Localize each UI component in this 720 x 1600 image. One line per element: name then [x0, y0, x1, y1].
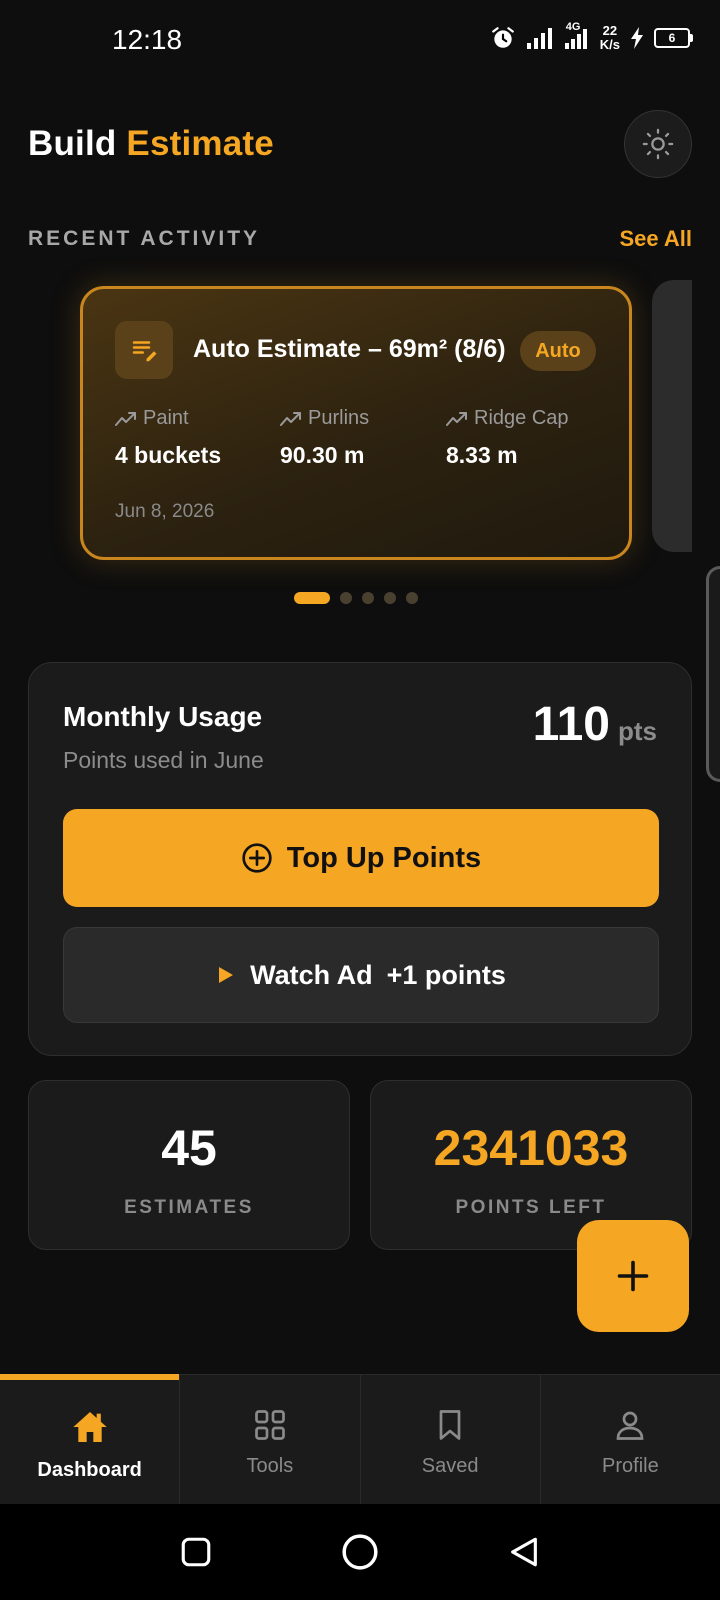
trend-icon: [280, 411, 301, 426]
metric-label: Paint: [143, 407, 189, 429]
pager-dot[interactable]: [384, 592, 396, 604]
home-icon: [72, 1412, 107, 1442]
usage-title: Monthly Usage: [63, 701, 263, 732]
sun-icon: [642, 128, 674, 160]
recent-activity-header: RECENT ACTIVITY See All: [28, 226, 692, 252]
nav-dashboard[interactable]: Dashboard: [0, 1374, 181, 1505]
nav-label: Saved: [421, 1455, 479, 1477]
section-title: RECENT ACTIVITY: [28, 227, 261, 250]
theme-toggle-button[interactable]: [624, 110, 692, 178]
recents-icon[interactable]: [179, 1535, 213, 1569]
title-part2: Estimate: [126, 124, 274, 163]
top-up-label: Top Up Points: [286, 841, 482, 874]
pager-dot-active[interactable]: [294, 592, 330, 604]
trend-icon: [446, 411, 467, 426]
watch-ad-button[interactable]: Watch Ad +1 points: [63, 927, 659, 1023]
signal-icon: [526, 28, 552, 49]
status-time: 12:18: [112, 24, 183, 55]
alarm-icon: [491, 27, 514, 48]
type-badge: Auto: [520, 331, 596, 371]
user-icon: [617, 1411, 644, 1440]
back-icon[interactable]: [507, 1535, 541, 1569]
metric-label: Purlins: [308, 407, 370, 429]
stat-label: POINTS LEFT: [455, 1197, 607, 1218]
plus-circle-icon: [242, 843, 272, 873]
pager-dot[interactable]: [362, 592, 374, 604]
stat-label: ESTIMATES: [124, 1197, 254, 1218]
net-speed: 22 K/s: [600, 24, 620, 52]
watch-ad-label: Watch Ad: [250, 959, 373, 990]
activity-card[interactable]: Auto Estimate – 69m² (8/6) Auto Paint 4 …: [80, 286, 632, 560]
system-navigation-bar: [0, 1504, 720, 1600]
status-icons: 4G 22 K/s 6: [490, 21, 693, 52]
metric-ridge-cap: Ridge Cap 8.33 m: [446, 407, 569, 469]
grid-icon: [255, 1410, 285, 1440]
metric-paint: Paint 4 buckets: [115, 407, 221, 469]
edit-note-icon: [115, 321, 173, 379]
nav-label: Tools: [246, 1455, 294, 1477]
home-nav-icon[interactable]: [341, 1533, 379, 1571]
battery-indicator: 6: [654, 28, 693, 48]
nav-label: Dashboard: [37, 1459, 142, 1481]
add-estimate-button[interactable]: [577, 1220, 689, 1332]
charging-icon: [631, 27, 643, 49]
net-speed-value: 22: [602, 23, 618, 38]
activity-carousel[interactable]: Auto Estimate – 69m² (8/6) Auto Paint 4 …: [70, 272, 692, 572]
metric-purlins: Purlins 90.30 m: [280, 407, 369, 469]
net-speed-unit: K/s: [599, 37, 620, 52]
metric-value: 4 buckets: [115, 442, 222, 468]
card-title: Auto Estimate – 69m² (8/6): [193, 335, 506, 363]
metric-value: 90.30 m: [280, 442, 365, 468]
nav-tools[interactable]: Tools: [180, 1375, 361, 1505]
nav-profile[interactable]: Profile: [541, 1375, 720, 1505]
metric-label: Ridge Cap: [474, 407, 569, 429]
status-bar: 12:18 4G 22 K/s 6: [0, 0, 720, 82]
usage-subtitle: Points used in June: [63, 747, 264, 773]
metric-value: 8.33 m: [446, 442, 518, 468]
pager-dot[interactable]: [340, 592, 352, 604]
watch-ad-reward: +1 points: [386, 959, 506, 990]
network-4g: 4G: [564, 21, 590, 49]
bottom-navigation: Dashboard Tools Saved Profile: [0, 1374, 720, 1505]
bookmark-icon: [439, 1410, 461, 1440]
pager-dot[interactable]: [406, 592, 418, 604]
stat-value: 45: [161, 1120, 217, 1176]
trend-icon: [115, 411, 136, 426]
stat-estimates: 45 ESTIMATES: [28, 1080, 350, 1250]
page-title: Build Estimate: [28, 124, 274, 164]
plus-icon: [617, 1260, 649, 1292]
points-unit: pts: [618, 716, 657, 746]
carousel-pager: [294, 592, 418, 604]
next-activity-card[interactable]: [652, 280, 692, 552]
nav-label: Profile: [602, 1455, 659, 1477]
network-type: 4G: [565, 21, 581, 33]
see-all-link[interactable]: See All: [619, 226, 692, 252]
usage-points: 110 pts: [533, 697, 657, 752]
app-header: Build Estimate: [28, 110, 692, 180]
edge-panel-handle[interactable]: [706, 566, 720, 782]
top-up-button[interactable]: Top Up Points: [63, 809, 659, 907]
monthly-usage-card: Monthly Usage Points used in June 110 pt…: [28, 662, 692, 1056]
card-date: Jun 8, 2026: [115, 501, 215, 522]
nav-saved[interactable]: Saved: [361, 1375, 541, 1505]
play-icon: [219, 967, 234, 983]
stat-value: 2341033: [433, 1120, 629, 1176]
title-part1: Build: [28, 124, 117, 163]
points-value: 110: [532, 698, 610, 751]
